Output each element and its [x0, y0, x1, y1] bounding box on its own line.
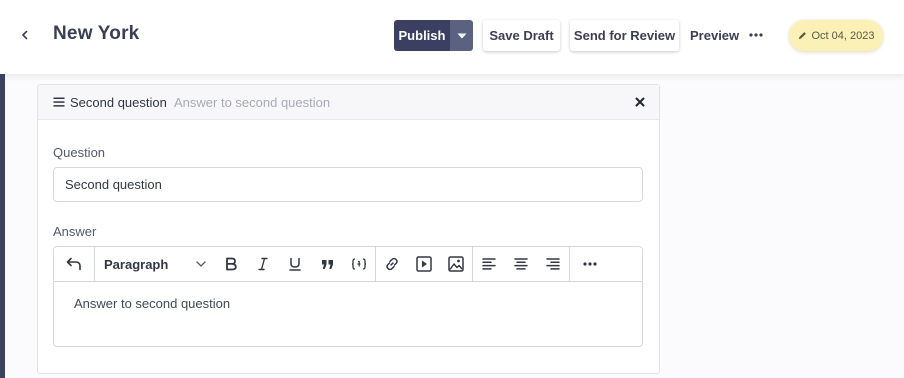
drag-handle-icon[interactable]	[53, 96, 65, 108]
align-center-icon	[514, 258, 528, 270]
preview-button[interactable]: Preview	[690, 28, 739, 43]
underline-icon	[289, 257, 301, 271]
close-button[interactable]	[633, 95, 647, 109]
underline-button[interactable]	[279, 247, 311, 281]
publish-options-button[interactable]	[450, 20, 473, 51]
left-rail	[0, 74, 5, 378]
schedule-date-text: Oct 04, 2023	[811, 29, 875, 42]
toolbar-group-more	[570, 247, 610, 281]
page-title: New York	[53, 23, 140, 44]
question-panel: Second question Answer to second questio…	[37, 84, 660, 374]
close-icon	[635, 97, 645, 107]
align-left-icon	[482, 258, 496, 270]
italic-icon	[258, 257, 268, 271]
header-bar: New York Publish Save Draft Send for Rev…	[0, 0, 904, 74]
panel-header: Second question Answer to second questio…	[38, 85, 659, 120]
more-horizontal-icon	[749, 33, 763, 37]
align-right-icon	[546, 258, 560, 270]
answer-editor-content[interactable]: Answer to second question	[54, 282, 642, 325]
align-right-button[interactable]	[537, 247, 569, 281]
back-button[interactable]	[14, 24, 36, 46]
toolbar-more-button[interactable]	[570, 247, 610, 281]
block-format-value: Paragraph	[104, 256, 169, 272]
link-icon	[386, 257, 398, 271]
undo-button[interactable]	[54, 247, 94, 281]
toolbar-group-format: Paragraph	[95, 247, 376, 281]
save-draft-button[interactable]: Save Draft	[483, 20, 560, 51]
toolbar-group-insert	[376, 247, 473, 281]
chevron-left-icon	[21, 30, 28, 40]
link-button[interactable]	[376, 247, 408, 281]
block-format-select[interactable]: Paragraph	[95, 247, 215, 281]
align-left-button[interactable]	[473, 247, 505, 281]
quote-icon	[321, 259, 333, 269]
question-input[interactable]	[53, 167, 643, 202]
toolbar-group-align	[473, 247, 570, 281]
question-label: Question	[53, 145, 106, 160]
editor-toolbar: Paragraph	[54, 247, 642, 282]
answer-editor: Paragraph Answer to second question	[53, 246, 643, 347]
bold-button[interactable]	[215, 247, 247, 281]
caret-down-icon	[457, 33, 466, 38]
align-center-button[interactable]	[505, 247, 537, 281]
send-for-review-button[interactable]: Send for Review	[570, 20, 679, 51]
italic-button[interactable]	[247, 247, 279, 281]
blockquote-button[interactable]	[311, 247, 343, 281]
image-icon	[448, 256, 464, 272]
schedule-date-badge[interactable]: Oct 04, 2023	[789, 20, 883, 51]
toolbar-group-history	[54, 247, 95, 281]
panel-subtitle: Answer to second question	[174, 95, 331, 110]
pencil-icon	[798, 32, 806, 40]
video-button[interactable]	[408, 247, 440, 281]
publish-button[interactable]: Publish	[394, 20, 450, 51]
image-button[interactable]	[440, 247, 472, 281]
chevron-down-icon	[196, 261, 206, 267]
code-block-icon	[351, 258, 367, 270]
undo-icon	[66, 257, 81, 271]
code-block-button[interactable]	[343, 247, 375, 281]
bold-icon	[226, 257, 237, 271]
publish-button-group: Publish	[394, 20, 473, 51]
answer-label: Answer	[53, 224, 97, 239]
more-options-button[interactable]	[746, 24, 766, 46]
panel-title: Second question	[70, 95, 167, 110]
more-horizontal-icon	[583, 262, 597, 266]
video-icon	[416, 256, 432, 272]
